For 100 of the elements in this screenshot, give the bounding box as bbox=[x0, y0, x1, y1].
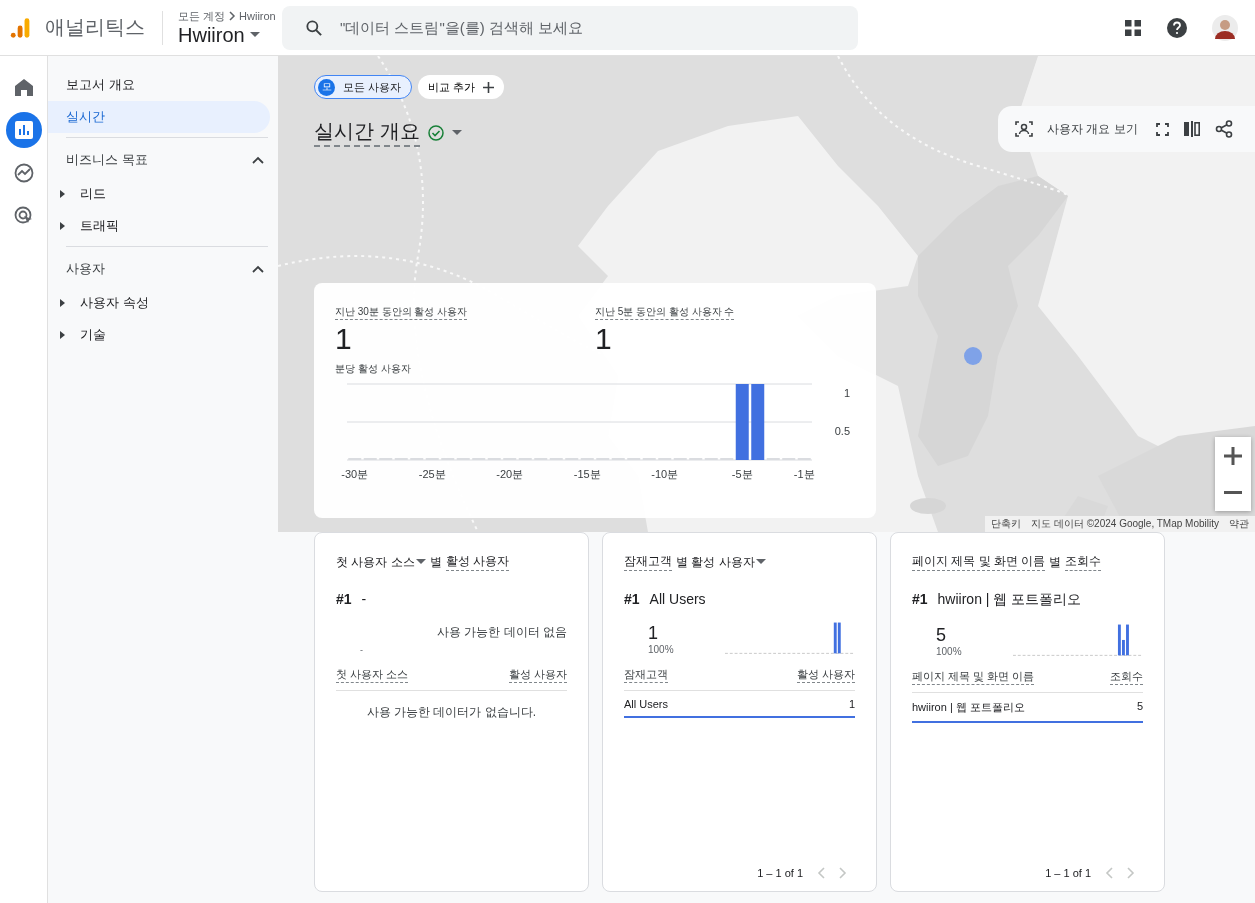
rank-label: #1 bbox=[336, 591, 352, 607]
nav-item[interactable]: 사용자 속성 bbox=[80, 294, 149, 312]
chevron-up-icon[interactable] bbox=[252, 265, 264, 273]
view-user-overview-link[interactable]: 사용자 개요 보기 bbox=[1047, 120, 1138, 138]
axis-label: -5분 bbox=[731, 468, 753, 480]
axis-label: 1 bbox=[843, 387, 850, 399]
share-percent: 100% bbox=[936, 646, 963, 657]
top-item-name: hwiiron | 웹 포트폴리오 bbox=[937, 591, 1082, 609]
card-title-part: 잠재고객 bbox=[624, 553, 672, 571]
segment-label: 모든 사용자 bbox=[343, 79, 402, 95]
axis-label: -1분 bbox=[793, 468, 815, 480]
expand-triangle-icon[interactable] bbox=[60, 299, 66, 307]
nav-item[interactable]: 보고서 개요 bbox=[48, 69, 270, 101]
map-attribution-link[interactable]: 약관 bbox=[1229, 517, 1249, 531]
table-cell: 1 bbox=[848, 698, 855, 710]
metric-value: 1 bbox=[595, 322, 613, 356]
metric-label: 지난 30분 동안의 활성 사용자 bbox=[335, 305, 468, 320]
check-circle-icon bbox=[427, 124, 444, 141]
nav-item[interactable]: 리드 bbox=[80, 185, 106, 203]
column-header[interactable]: 페이지 제목 및 화면 이름 bbox=[912, 669, 1035, 685]
top-item-value: 1 bbox=[648, 623, 659, 644]
apps-grid-icon[interactable] bbox=[1124, 18, 1142, 37]
card-title-part[interactable]: 별 활성 사용자 bbox=[676, 553, 766, 571]
nav-item[interactable]: 트래픽 bbox=[80, 217, 119, 235]
chevron-right-icon[interactable] bbox=[1127, 867, 1135, 879]
property-selector[interactable]: Hwiiron bbox=[178, 23, 282, 47]
axis-label: 0.5 bbox=[834, 425, 850, 437]
product-name: 애널리틱스 bbox=[45, 15, 145, 40]
map-attribution-link[interactable]: 단축키 bbox=[991, 517, 1022, 531]
expand-triangle-icon[interactable] bbox=[60, 222, 66, 230]
page-title: 실시간 개요 bbox=[314, 118, 420, 147]
axis-label: -10분 bbox=[651, 468, 679, 480]
column-header[interactable]: 활성 사용자 bbox=[796, 667, 855, 683]
zoom-out-button[interactable] bbox=[1215, 474, 1251, 511]
search-bar[interactable]: "데이터 스트림"을(를) 검색해 보세요 bbox=[282, 5, 858, 50]
segment-avatar: 모 bbox=[318, 78, 335, 96]
search-field[interactable]: "데이터 스트림"을(를) 검색해 보세요 bbox=[338, 18, 858, 37]
zoom-in-button[interactable] bbox=[1215, 437, 1251, 474]
nav-section-title: 비즈니스 목표 bbox=[66, 151, 148, 169]
add-comparison-button[interactable]: 비교 추가 bbox=[418, 75, 505, 99]
bar-chart-icon bbox=[13, 120, 34, 140]
chevron-right-icon bbox=[228, 11, 237, 21]
minus-icon bbox=[1224, 491, 1242, 494]
pagination-text: 1 – 1 of 1 bbox=[1045, 867, 1091, 879]
map-attribution-link[interactable]: 지도 데이터 ©2024 Google, TMap Mobility bbox=[1031, 517, 1219, 531]
home-icon bbox=[13, 78, 34, 96]
card-title-part: 조회수 bbox=[1065, 553, 1102, 571]
card-title-part: 별 bbox=[1049, 553, 1062, 571]
trend-chart-icon bbox=[13, 163, 34, 183]
avatar-icon[interactable] bbox=[1212, 14, 1238, 41]
card-title-part: 페이지 제목 및 화면 이름 bbox=[912, 553, 1046, 571]
metric-label: 지난 5분 동안의 활성 사용자 수 bbox=[595, 305, 735, 320]
breadcrumb-link[interactable]: Hwiiron bbox=[239, 10, 276, 22]
table-cell: hwiiron | 웹 포트폴리오 bbox=[912, 700, 1025, 715]
expand-triangle-icon[interactable] bbox=[60, 190, 66, 198]
person-frame-icon bbox=[1015, 121, 1033, 137]
axis-label: -15분 bbox=[573, 468, 601, 480]
chevron-left-icon[interactable] bbox=[817, 867, 825, 879]
search-icon bbox=[304, 17, 324, 38]
column-header[interactable]: 잠재고객 bbox=[624, 667, 668, 683]
compare-columns-icon[interactable] bbox=[1182, 121, 1201, 137]
axis-label: -25분 bbox=[418, 468, 446, 480]
chevron-right-icon[interactable] bbox=[839, 867, 847, 879]
chart-bar[interactable] bbox=[751, 384, 765, 460]
card-title-part: 별 bbox=[429, 553, 442, 571]
breadcrumb-link[interactable]: 모든 계정 bbox=[178, 8, 226, 24]
caret-icon bbox=[249, 32, 260, 38]
chart-bar[interactable] bbox=[735, 384, 749, 460]
caret-icon[interactable] bbox=[451, 129, 462, 136]
nav-item[interactable]: 실시간 bbox=[48, 101, 270, 133]
share-percent: 100% bbox=[648, 644, 675, 655]
share-icon[interactable] bbox=[1214, 120, 1233, 138]
card-title-part[interactable]: 첫 사용자 소스 bbox=[336, 553, 426, 571]
caret-icon bbox=[415, 559, 426, 565]
plus-icon bbox=[483, 81, 495, 93]
target-cursor-icon bbox=[13, 206, 34, 226]
rail-nav-button[interactable] bbox=[5, 112, 42, 148]
axis-label: -20분 bbox=[496, 468, 524, 480]
column-header[interactable]: 활성 사용자 bbox=[508, 667, 567, 683]
column-header[interactable]: 조회수 bbox=[1110, 669, 1143, 685]
pagination-text: 1 – 1 of 1 bbox=[757, 867, 803, 879]
fullscreen-icon[interactable] bbox=[1155, 122, 1169, 136]
column-header[interactable]: 첫 사용자 소스 bbox=[336, 667, 409, 683]
empty-table-message: 사용 가능한 데이터가 없습니다. bbox=[366, 704, 537, 721]
top-item-value: 5 bbox=[936, 625, 947, 646]
nav-section-title: 사용자 bbox=[66, 260, 105, 278]
help-icon[interactable] bbox=[1167, 17, 1187, 38]
card-title-part: 활성 사용자 bbox=[445, 553, 509, 571]
expand-triangle-icon[interactable] bbox=[60, 331, 66, 339]
table-cell: All Users bbox=[624, 698, 668, 710]
axis-label: -30분 bbox=[341, 468, 369, 480]
rank-label: #1 bbox=[624, 591, 640, 607]
rank-label: #1 bbox=[912, 591, 928, 609]
plus-icon bbox=[1224, 446, 1242, 465]
nav-item[interactable]: 기술 bbox=[80, 326, 106, 344]
chevron-up-icon[interactable] bbox=[252, 156, 264, 164]
caret-icon bbox=[755, 559, 766, 565]
segment-chip[interactable]: 모 모든 사용자 bbox=[314, 75, 413, 99]
chart-title: 분당 활성 사용자 bbox=[335, 362, 412, 376]
chevron-left-icon[interactable] bbox=[1105, 867, 1113, 879]
